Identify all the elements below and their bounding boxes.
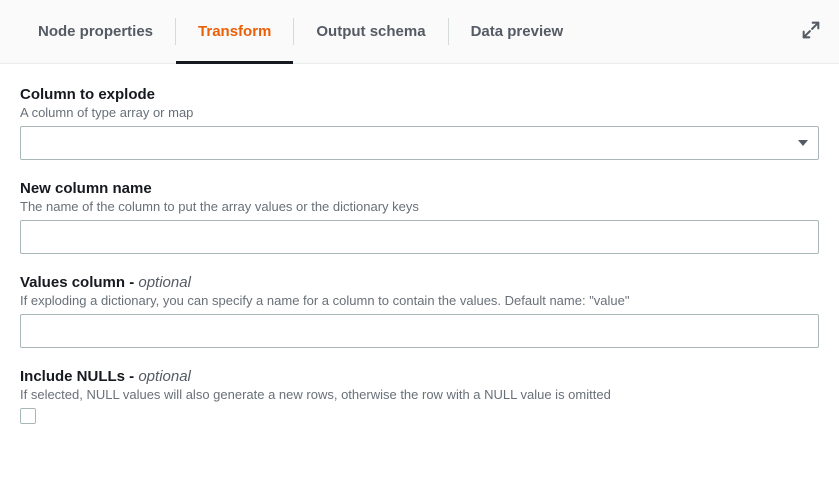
tab-transform[interactable]: Transform (176, 0, 293, 63)
field-hint: The name of the column to put the array … (20, 199, 819, 214)
field-hint: If selected, NULL values will also gener… (20, 387, 819, 402)
form-content: Column to explode A column of type array… (0, 64, 839, 449)
field-label: Include NULLs - optional (20, 368, 819, 385)
label-optional: optional (138, 274, 191, 291)
values-column-input[interactable] (20, 314, 819, 348)
include-nulls-checkbox[interactable] (20, 408, 36, 424)
tab-label: Data preview (471, 23, 564, 40)
tab-header: Node properties Transform Output schema … (0, 0, 839, 64)
tab-label: Output schema (316, 23, 425, 40)
field-new-column-name: New column name The name of the column t… (20, 180, 819, 254)
column-to-explode-select[interactable] (20, 126, 819, 160)
tab-label: Transform (198, 23, 271, 40)
tab-list: Node properties Transform Output schema … (16, 0, 585, 63)
field-column-to-explode: Column to explode A column of type array… (20, 86, 819, 160)
field-label: Column to explode (20, 86, 819, 103)
tab-label: Node properties (38, 23, 153, 40)
field-hint: If exploding a dictionary, you can speci… (20, 293, 819, 308)
new-column-name-input[interactable] (20, 220, 819, 254)
field-values-column: Values column - optional If exploding a … (20, 274, 819, 348)
field-hint: A column of type array or map (20, 105, 819, 120)
field-label: New column name (20, 180, 819, 197)
label-optional: optional (138, 368, 191, 385)
tab-data-preview[interactable]: Data preview (449, 0, 586, 63)
label-text: Values column - (20, 274, 138, 291)
expand-button[interactable] (799, 20, 823, 44)
column-to-explode-select-wrap (20, 126, 819, 160)
expand-icon (802, 21, 820, 42)
tab-output-schema[interactable]: Output schema (294, 0, 447, 63)
tab-node-properties[interactable]: Node properties (16, 0, 175, 63)
label-text: Include NULLs - (20, 368, 138, 385)
field-label: Values column - optional (20, 274, 819, 291)
field-include-nulls: Include NULLs - optional If selected, NU… (20, 368, 819, 427)
